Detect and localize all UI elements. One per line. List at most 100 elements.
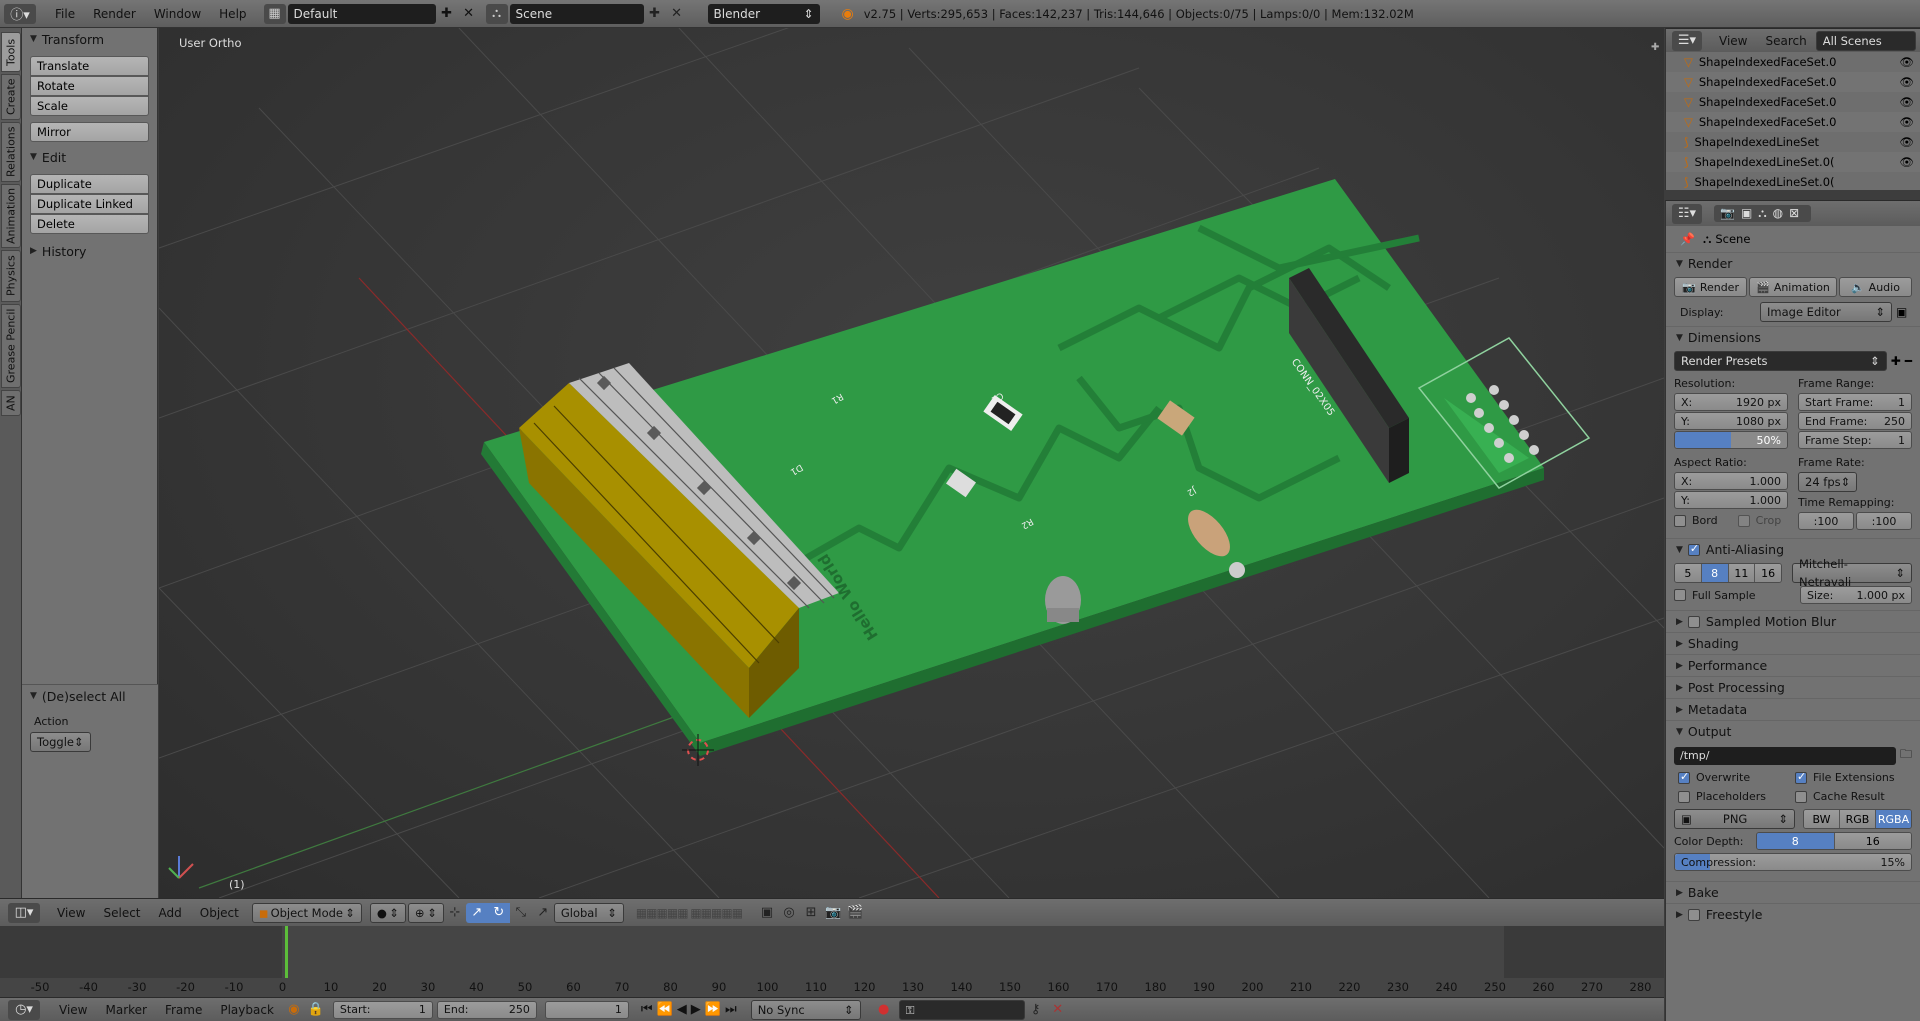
anti-aliasing-checkbox[interactable]	[1687, 542, 1700, 556]
viewport-corner-icon[interactable]: ✚	[1651, 42, 1659, 53]
timeline-editor[interactable]: -50 -40 -30 -20 -10 0 10 20 30 40 50 60 70 80 90 100 110…	[0, 926, 1664, 997]
start-frame-prop-field[interactable]: Start Frame: 1	[1798, 393, 1912, 411]
color-mode-rgb[interactable]: RGB	[1840, 810, 1876, 828]
freestyle-panel-header[interactable]: ▶ Freestyle	[1666, 903, 1920, 925]
remap-new-field[interactable]: :100	[1856, 512, 1912, 530]
keying-set-select[interactable]: ⚿	[898, 999, 1025, 1020]
outliner-item[interactable]: ▽ ShapeIndexedFaceSet.0 👁	[1666, 72, 1920, 92]
lock-interface-icon[interactable]: ▣	[1896, 305, 1907, 319]
delete-button[interactable]: Delete	[30, 214, 149, 234]
outliner-item[interactable]: ⟆ ShapeIndexedLineSet.0(👁	[1666, 152, 1920, 172]
outliner-item[interactable]: ▽ ShapeIndexedFaceSet.0 👁	[1666, 112, 1920, 132]
transform-orient-icon[interactable]: ↗	[532, 903, 554, 923]
editor-type-timeline-icon[interactable]: ◷▾	[8, 999, 40, 1020]
mode-select[interactable]: ◼ Object Mode ⇕	[251, 902, 362, 923]
operator-panel-header[interactable]: ▼ (De)select All	[22, 685, 158, 707]
full-sample-checkbox[interactable]	[1674, 589, 1686, 601]
delete-keyframe-icon[interactable]: ✕	[1047, 1000, 1069, 1020]
freestyle-checkbox[interactable]	[1687, 908, 1700, 921]
visibility-eye-icon[interactable]: 👁	[1899, 55, 1914, 69]
delete-scene-icon[interactable]: ✕	[666, 4, 688, 24]
screen-layout-field[interactable]: Default	[287, 3, 436, 24]
menu-add[interactable]: Add	[150, 906, 191, 920]
render-presets-select[interactable]: Render Presets ⇕	[1674, 351, 1887, 371]
end-frame-field[interactable]: End: 250	[436, 1000, 537, 1019]
orientation-select[interactable]: Global ⇕	[553, 902, 624, 923]
animation-button[interactable]: 🎬 Animation	[1749, 277, 1837, 297]
duplicate-linked-button[interactable]: Duplicate Linked	[30, 194, 149, 214]
screen-layout-icon[interactable]: ▦	[263, 3, 286, 24]
metadata-panel-header[interactable]: ▶ Metadata	[1666, 698, 1920, 720]
aa-sample-8[interactable]: 8	[1701, 564, 1729, 582]
menu-render[interactable]: Render	[84, 7, 145, 21]
menu-select[interactable]: Select	[94, 906, 149, 920]
menu-tl-view[interactable]: View	[50, 1003, 96, 1017]
cache-result-checkbox[interactable]	[1795, 790, 1807, 803]
aspect-x-field[interactable]: X: 1.000	[1674, 472, 1788, 490]
rotate-button[interactable]: Rotate	[30, 76, 149, 96]
outliner-item[interactable]: ⟆ ShapeIndexedLineSet 👁	[1666, 132, 1920, 152]
crop-checkbox[interactable]	[1737, 514, 1750, 527]
dimensions-panel-header[interactable]: ▼ Dimensions	[1666, 326, 1920, 348]
add-scene-icon[interactable]: ✚	[644, 4, 666, 24]
aa-filter-select[interactable]: Mitchell-Netravali ⇕	[1792, 557, 1912, 589]
edit-panel-header[interactable]: ▼ Edit	[22, 146, 157, 168]
aa-sample-5[interactable]: 5	[1675, 564, 1702, 582]
translate-manip-icon[interactable]: ↗	[465, 902, 488, 923]
duplicate-button[interactable]: Duplicate	[30, 174, 149, 194]
scale-manip-icon[interactable]: ⤡	[510, 903, 532, 923]
current-frame-line[interactable]	[285, 926, 288, 978]
outliner-filter-select[interactable]: All Scenes	[1815, 30, 1916, 51]
visibility-eye-icon[interactable]: 👁	[1899, 155, 1914, 169]
properties-context-tabs[interactable]: 📷▣⛬◍⊠	[1714, 205, 1812, 222]
aa-sample-16[interactable]: 16	[1755, 564, 1781, 582]
scene-field[interactable]: Scene	[509, 3, 644, 24]
menu-help[interactable]: Help	[210, 7, 255, 21]
editor-type-info-icon[interactable]: ⓘ▾	[4, 3, 36, 24]
aa-sample-11[interactable]: 11	[1728, 564, 1756, 582]
sync-select[interactable]: No Sync ⇕	[750, 999, 861, 1020]
record-icon[interactable]: ●	[873, 1000, 895, 1020]
playback-controls[interactable]: ⏮⏪◀▶⏩⏭	[641, 1002, 741, 1017]
aspect-y-field[interactable]: Y: 1.000	[1674, 491, 1788, 509]
tab-animation[interactable]: Animation	[1, 184, 21, 248]
post-processing-panel-header[interactable]: ▶ Post Processing	[1666, 676, 1920, 698]
end-frame-prop-field[interactable]: End Frame: 250	[1798, 412, 1912, 430]
tab-relations[interactable]: Relations	[1, 122, 21, 182]
tab-create[interactable]: Create	[1, 74, 21, 120]
keyframe-icon[interactable]: ◉	[283, 1000, 305, 1020]
render-still-icon[interactable]: 📷	[822, 903, 844, 923]
lock-layers-icon[interactable]: ▣	[756, 903, 778, 923]
color-mode-bw[interactable]: BW	[1804, 810, 1840, 828]
frame-rate-select[interactable]: 24 fps ⇕	[1798, 472, 1858, 492]
file-format-select[interactable]: ▣ PNG ⇕	[1674, 809, 1795, 829]
compression-slider[interactable]: Compression: 15%	[1674, 853, 1912, 871]
tab-tools[interactable]: Tools	[1, 32, 21, 72]
menu-object[interactable]: Object	[191, 906, 248, 920]
visibility-eye-icon[interactable]: 👁	[1899, 95, 1914, 109]
add-preset-icon[interactable]: ✚	[1891, 354, 1901, 368]
tab-an[interactable]: AN	[1, 390, 21, 416]
color-depth-8[interactable]: 8	[1757, 833, 1835, 849]
scene-icon[interactable]: ⛬	[485, 3, 508, 24]
layer-buttons[interactable]: ▦▦▦▦▦ ▦▦▦▦▦	[636, 906, 743, 920]
bake-panel-header[interactable]: ▶ Bake	[1666, 881, 1920, 903]
audio-button[interactable]: 🔈 Audio	[1838, 277, 1913, 297]
shading-panel-header[interactable]: ▶ Shading	[1666, 632, 1920, 654]
folder-icon[interactable]: 🗀	[1900, 745, 1912, 766]
bord-checkbox[interactable]	[1674, 514, 1686, 527]
render-engine-select[interactable]: Blender Render ⇕	[707, 3, 820, 41]
render-anim-icon[interactable]: 🎬	[844, 903, 866, 923]
res-pct-slider[interactable]: 50%	[1674, 431, 1788, 449]
motion-blur-checkbox[interactable]	[1687, 615, 1700, 628]
menu-view[interactable]: View	[48, 906, 94, 920]
render-panel-header[interactable]: ▼ Render	[1666, 252, 1920, 274]
color-mode-rgba[interactable]: RGBA	[1876, 810, 1911, 828]
transform-panel-header[interactable]: ▼ Transform	[22, 28, 157, 50]
outliner-item[interactable]: ⟆ ShapeIndexedLineSet.0(	[1666, 172, 1920, 190]
output-path-field[interactable]: /tmp/	[1674, 746, 1896, 765]
visibility-eye-icon[interactable]: 👁	[1899, 115, 1914, 129]
pivot-select[interactable]: ⊕ ⇕	[407, 902, 444, 923]
menu-playback[interactable]: Playback	[211, 1003, 283, 1017]
current-frame-field[interactable]: 1	[544, 1000, 629, 1019]
